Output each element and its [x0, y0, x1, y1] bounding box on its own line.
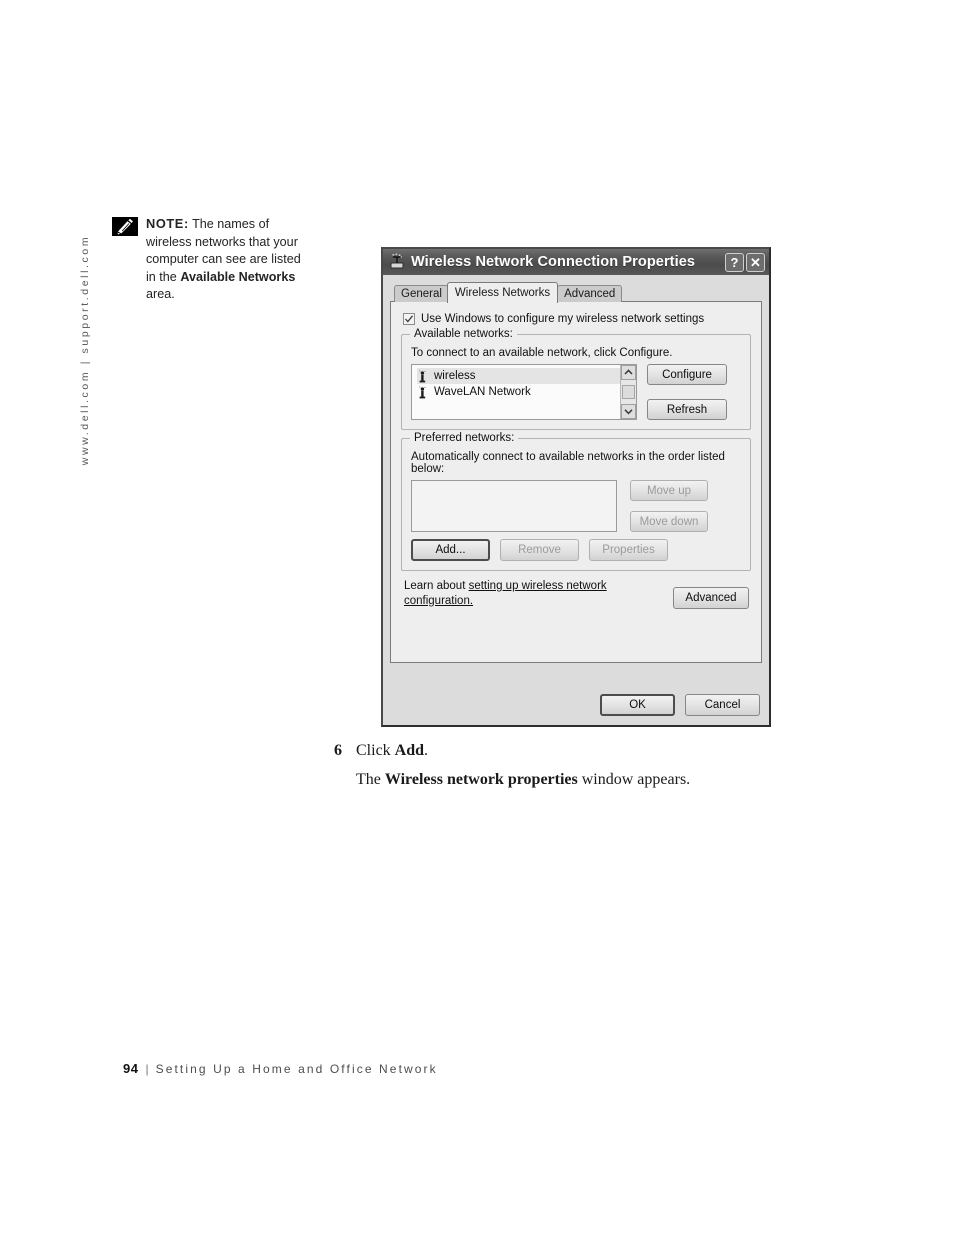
preferred-networks-hint: Automatically connect to available netwo… [411, 451, 725, 475]
vertical-url-rail: www.dell.com | support.dell.com [72, 215, 98, 485]
followup-bold: Wireless network properties [384, 771, 578, 788]
scroll-down-icon[interactable] [621, 404, 636, 419]
available-networks-hint: To connect to an available network, clic… [411, 347, 673, 359]
refresh-button[interactable]: Refresh [647, 399, 727, 420]
advanced-button[interactable]: Advanced [673, 587, 749, 609]
tab-advanced[interactable]: Advanced [557, 285, 623, 302]
use-windows-label: Use Windows to configure my wireless net… [421, 313, 705, 325]
ok-button[interactable]: OK [600, 694, 675, 716]
available-networks-group: Available networks: To connect to an ava… [401, 328, 751, 430]
step-prefix: Click [356, 742, 395, 759]
page-footer: 94 | Setting Up a Home and Office Networ… [123, 1061, 438, 1076]
available-networks-row: wireless WaveLAN Network Configure Refre… [411, 364, 741, 420]
list-item-label: WaveLAN Network [434, 386, 531, 398]
step-suffix: . [424, 742, 429, 759]
dialog-footer-buttons: OK Cancel [600, 694, 760, 716]
note-bold-term: Available Networks [180, 269, 296, 284]
preferred-networks-row: Move up Move down [411, 480, 741, 532]
use-windows-checkbox-row[interactable]: Use Windows to configure my wireless net… [403, 313, 751, 325]
note-text-part2: area. [146, 287, 175, 301]
preferred-networks-action-buttons: Add... Remove Properties [411, 539, 741, 561]
dialog-body: General Wireless Networks Advanced Use W… [383, 275, 769, 725]
step-followup-text: The Wireless network properties window a… [356, 769, 754, 790]
available-networks-listbox[interactable]: wireless WaveLAN Network [411, 364, 637, 420]
tab-strip: General Wireless Networks Advanced [394, 281, 762, 303]
dialog-title: Wireless Network Connection Properties [411, 254, 696, 270]
cancel-button[interactable]: Cancel [685, 694, 760, 716]
note-text: NOTE: The names of wireless networks tha… [146, 215, 312, 304]
step-number: 6 [334, 742, 342, 759]
preferred-networks-group-title: Preferred networks: [410, 432, 519, 444]
dialog-titlebar[interactable]: Wireless Network Connection Properties ?… [383, 249, 769, 275]
preferred-networks-listbox[interactable] [411, 480, 617, 532]
pencil-note-icon [112, 217, 138, 236]
close-icon[interactable]: ✕ [746, 252, 765, 272]
followup-suffix: window appears. [577, 771, 691, 788]
followup-prefix: The [356, 771, 385, 788]
step-line: 6 Click Add. [334, 740, 754, 761]
footer-chapter-title: Setting Up a Home and Office Network [155, 1062, 438, 1076]
scrollbar-thumb[interactable] [622, 385, 635, 399]
tab-general[interactable]: General [394, 285, 449, 302]
step-bold: Add [394, 742, 425, 759]
wireless-network-connection-properties-dialog: Wireless Network Connection Properties ?… [381, 247, 771, 727]
available-networks-group-title: Available networks: [410, 328, 517, 340]
available-networks-items: wireless WaveLAN Network [412, 365, 636, 419]
note-label: NOTE: [146, 216, 189, 231]
add-button[interactable]: Add... [411, 539, 490, 561]
preferred-networks-move-buttons: Move up Move down [630, 480, 708, 532]
note-callout: NOTE: The names of wireless networks tha… [112, 215, 312, 304]
remove-button[interactable]: Remove [500, 539, 579, 561]
wireless-network-icon [388, 253, 406, 271]
use-windows-checkbox[interactable] [403, 313, 415, 325]
wireless-signal-icon [417, 369, 428, 383]
list-item[interactable]: wireless [417, 368, 636, 384]
learn-about-text: Learn about setting up wireless network … [404, 579, 614, 608]
scroll-up-icon[interactable] [621, 365, 636, 380]
list-item[interactable]: WaveLAN Network [417, 384, 636, 400]
step-block: 6 Click Add. The Wireless network proper… [334, 740, 754, 790]
tab-wireless-networks[interactable]: Wireless Networks [446, 282, 559, 303]
properties-button[interactable]: Properties [589, 539, 668, 561]
learn-about-row: Learn about setting up wireless network … [404, 579, 749, 609]
move-up-button[interactable]: Move up [630, 480, 708, 501]
preferred-networks-group: Preferred networks: Automatically connec… [401, 432, 751, 571]
step-text: Click Add. [356, 740, 428, 761]
available-networks-buttons: Configure Refresh [647, 364, 727, 420]
move-down-button[interactable]: Move down [630, 511, 708, 532]
page-number: 94 [123, 1061, 139, 1076]
learn-about-prefix: Learn about [404, 580, 469, 592]
help-button[interactable]: ? [725, 252, 744, 272]
available-networks-scrollbar[interactable] [620, 365, 636, 419]
footer-separator: | [145, 1062, 149, 1076]
wireless-signal-icon [417, 385, 428, 399]
url-rail-text: www.dell.com | support.dell.com [79, 234, 91, 466]
configure-button[interactable]: Configure [647, 364, 727, 385]
wireless-networks-tab-panel: Use Windows to configure my wireless net… [390, 301, 762, 663]
list-item-label: wireless [434, 370, 476, 382]
